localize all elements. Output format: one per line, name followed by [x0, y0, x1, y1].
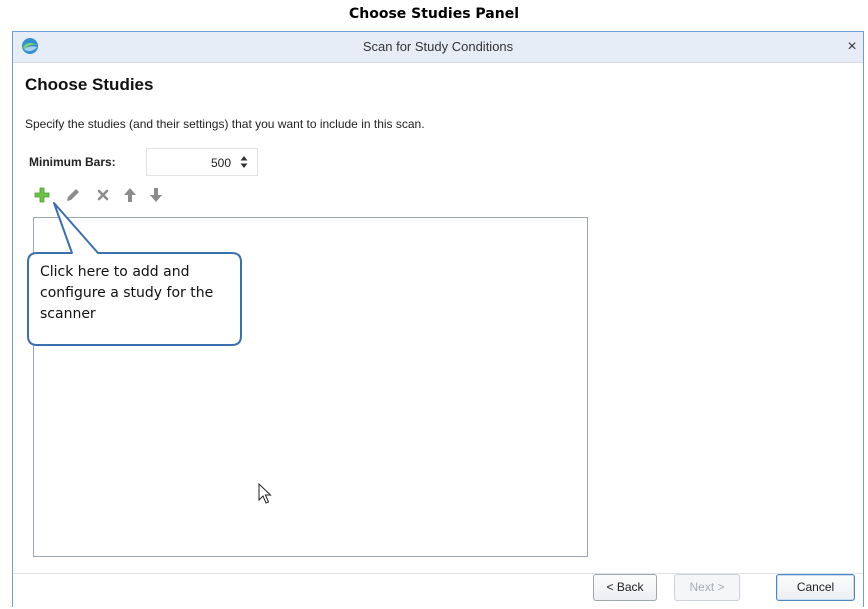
- page-title: Choose Studies: [25, 75, 154, 94]
- move-down-icon[interactable]: [147, 186, 165, 204]
- figure-caption: Choose Studies Panel: [348, 6, 520, 22]
- close-button[interactable]: ×: [841, 32, 863, 62]
- callout-text: Click here to add and configure a study …: [40, 264, 214, 322]
- window-title: Scan for Study Conditions: [362, 39, 514, 54]
- minimum-bars-label: Minimum Bars:: [29, 155, 116, 169]
- minimum-bars-value[interactable]: 500: [211, 156, 231, 170]
- spinner-arrows-icon[interactable]: [239, 155, 249, 169]
- next-button[interactable]: Next >: [674, 574, 740, 601]
- back-button[interactable]: < Back: [593, 574, 657, 601]
- add-icon[interactable]: [33, 186, 51, 204]
- delete-icon[interactable]: [94, 186, 112, 204]
- page-description: Specify the studies (and their settings)…: [25, 117, 425, 131]
- cancel-button[interactable]: Cancel: [776, 574, 855, 601]
- move-up-icon[interactable]: [121, 186, 139, 204]
- edit-icon[interactable]: [64, 186, 82, 204]
- minimum-bars-spinner[interactable]: 500: [146, 148, 258, 176]
- title-bar: Scan for Study Conditions ×: [13, 32, 863, 63]
- mouse-cursor-icon: [258, 483, 272, 504]
